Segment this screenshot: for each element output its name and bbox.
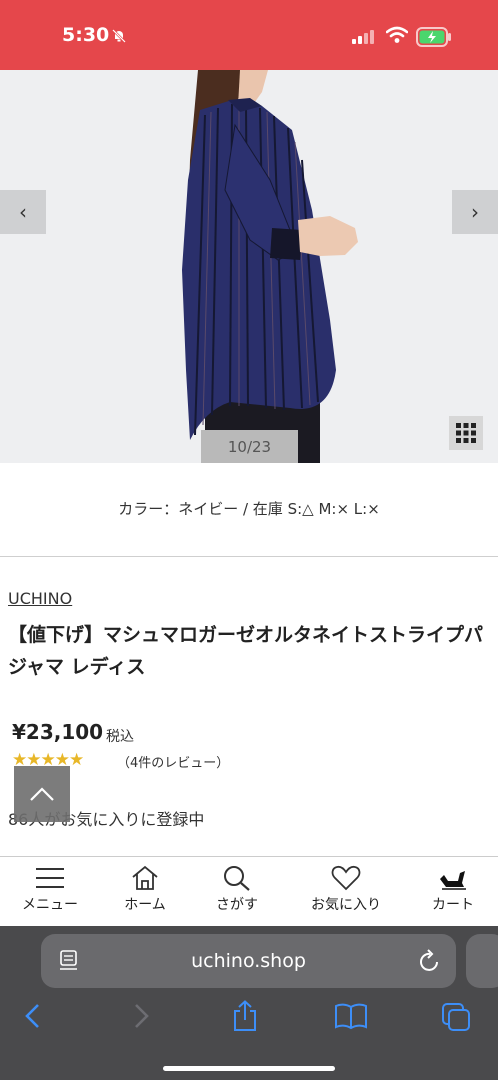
divider xyxy=(0,556,498,557)
search-icon xyxy=(224,866,250,891)
product-photo xyxy=(0,70,498,463)
url-text: uchino.shop xyxy=(191,950,306,972)
address-bar[interactable]: uchino.shop xyxy=(41,934,456,988)
home-indicator xyxy=(163,1066,335,1071)
nav-home-label: ホーム xyxy=(124,897,166,913)
image-counter: 10/23 xyxy=(201,430,298,463)
signal-icon xyxy=(352,30,374,44)
tax-label: 税込 xyxy=(106,729,134,745)
wifi-icon xyxy=(386,26,408,43)
cart-icon xyxy=(440,871,466,890)
battery-icon xyxy=(416,27,451,47)
nav-favorites-label: お気に入り xyxy=(311,897,381,913)
nav-cart-label: カート xyxy=(432,897,474,913)
nav-menu[interactable]: メニュー xyxy=(6,857,94,926)
forward-icon[interactable] xyxy=(130,1002,152,1030)
bell-off-icon xyxy=(112,29,126,43)
brand-link[interactable]: UCHINO xyxy=(8,589,72,608)
grid-icon xyxy=(456,423,476,443)
product-price: ¥23,100 xyxy=(12,720,104,744)
nav-cart[interactable]: カート xyxy=(414,857,492,926)
nav-menu-label: メニュー xyxy=(22,897,78,913)
reload-icon[interactable] xyxy=(419,949,441,973)
variant-stock-info: カラー：ネイビー / 在庫 S:△ M:× L:× xyxy=(118,500,380,518)
home-icon xyxy=(132,865,158,890)
next-tab-preview[interactable] xyxy=(466,934,498,988)
browser-toolbar: uchino.shop xyxy=(0,926,498,1080)
heart-icon xyxy=(331,865,361,891)
status-bar: 5:30 xyxy=(0,0,498,70)
status-time: 5:30 xyxy=(62,24,110,46)
bookmarks-icon[interactable] xyxy=(334,1002,368,1030)
prev-image-button[interactable]: ‹ xyxy=(0,190,46,234)
product-title: 【値下げ】マシュマロガーゼオルタネイトストライプパジャマ レディス xyxy=(8,624,484,678)
review-count-link[interactable]: （4件のレビュー） xyxy=(117,752,229,771)
thumbnail-grid-button[interactable] xyxy=(449,416,483,450)
bottom-nav: メニュー ホーム さがす お気に入り カート xyxy=(0,857,498,926)
menu-icon xyxy=(36,868,64,888)
next-image-button[interactable]: › xyxy=(452,190,498,234)
nav-favorites[interactable]: お気に入り xyxy=(298,857,394,926)
nav-search-label: さがす xyxy=(216,897,258,913)
back-to-top-button[interactable] xyxy=(14,766,70,822)
tabs-icon[interactable] xyxy=(441,1002,471,1032)
back-icon[interactable] xyxy=(22,1002,44,1030)
share-icon[interactable] xyxy=(231,1000,259,1032)
product-image-gallery[interactable]: ‹ › 10/23 xyxy=(0,70,498,463)
nav-home[interactable]: ホーム xyxy=(106,857,184,926)
nav-search[interactable]: さがす xyxy=(198,857,276,926)
chevron-up-icon xyxy=(30,787,54,801)
